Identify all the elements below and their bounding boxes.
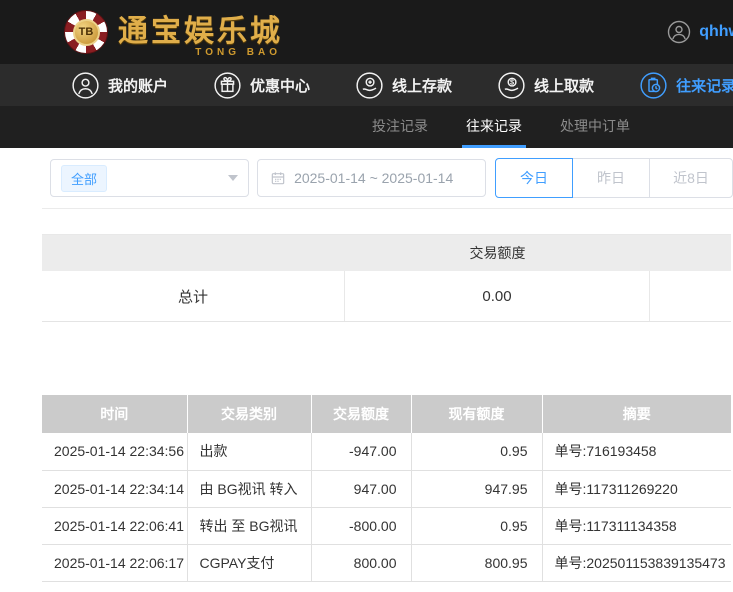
svg-text:$: $ xyxy=(510,77,514,86)
user-avatar-icon xyxy=(668,20,691,44)
gift-icon xyxy=(214,71,241,99)
divider xyxy=(42,208,733,209)
caret-down-icon xyxy=(228,175,239,181)
cell-balance: 0.95 xyxy=(411,433,543,471)
tab-betting-records[interactable]: 投注记录 xyxy=(368,106,432,148)
summary-table: 交易额度 总计 0.00 xyxy=(42,234,731,322)
col-header-time: 时间 xyxy=(42,395,188,433)
user-account-link[interactable]: qhhw xyxy=(667,0,733,64)
cell-type: 出款 xyxy=(187,433,312,471)
cell-memo: 单号:117311134358 xyxy=(542,507,731,545)
user-icon xyxy=(72,71,99,99)
nav-label: 我的账户 xyxy=(108,77,169,95)
nav-item-withdraw[interactable]: $ 线上取款 xyxy=(498,71,595,99)
cell-balance: 800.95 xyxy=(411,544,543,582)
nav-label: 往来记录 xyxy=(676,77,733,95)
col-header-amount: 交易额度 xyxy=(311,395,412,433)
summary-header-row: 交易额度 xyxy=(42,235,731,271)
table-header-row: 时间 交易类别 交易额度 现有额度 摘要 xyxy=(42,395,731,433)
records-table: 时间 交易类别 交易额度 现有额度 摘要 2025-01-14 22:34:56… xyxy=(42,395,731,582)
filter-row: 全部 2025-01-14 ~ 2025-01-14 今日 昨日 近8日 xyxy=(50,158,733,198)
cell-time: 2025-01-14 22:06:17 xyxy=(42,544,188,582)
summary-empty-cell xyxy=(650,271,731,321)
cell-time: 2025-01-14 22:34:14 xyxy=(42,470,188,508)
username: qhhw xyxy=(699,23,733,40)
cell-time: 2025-01-14 22:34:56 xyxy=(42,433,188,471)
cell-memo: 单号:117311269220 xyxy=(542,470,731,508)
col-header-balance: 现有额度 xyxy=(411,395,543,433)
quick-date-buttons: 今日 昨日 近8日 xyxy=(495,158,733,198)
table-row: 2025-01-14 22:06:17 CGPAY支付 800.00 800.9… xyxy=(42,544,731,582)
nav-item-transactions[interactable]: 往来记录 xyxy=(640,71,733,99)
tab-label: 处理中订单 xyxy=(560,117,630,134)
tab-label: 投注记录 xyxy=(372,117,428,134)
table-row: 2025-01-14 22:34:14 由 BG视讯 转入 947.00 947… xyxy=(42,470,731,508)
today-button[interactable]: 今日 xyxy=(495,158,573,198)
cell-memo: 单号:716193458 xyxy=(542,433,731,471)
tab-label: 往来记录 xyxy=(466,117,522,134)
cell-type: CGPAY支付 xyxy=(187,544,312,582)
tab-processing-orders[interactable]: 处理中订单 xyxy=(556,106,634,148)
type-select[interactable]: 全部 xyxy=(50,159,250,197)
cell-amount: -800.00 xyxy=(311,507,412,545)
nav-item-promotions[interactable]: 优惠中心 xyxy=(214,71,311,99)
tab-transaction-records[interactable]: 往来记录 xyxy=(462,106,526,148)
main-navigation: 我的账户 优惠中心 线上存款 $ 线上取款 往来记录 xyxy=(0,64,733,106)
poker-chip-icon: TB xyxy=(64,10,108,54)
nav-item-my-account[interactable]: 我的账户 xyxy=(72,71,169,99)
summary-total-label: 总计 xyxy=(42,271,345,321)
summary-amount-header: 交易额度 xyxy=(469,245,526,261)
logo-text: 通宝娱乐城 TONG BAO xyxy=(118,15,283,58)
table-row: 2025-01-14 22:34:56 出款 -947.00 0.95 单号:7… xyxy=(42,433,731,471)
nav-label: 优惠中心 xyxy=(250,77,311,95)
selected-type-tag: 全部 xyxy=(61,164,108,192)
nav-label: 线上取款 xyxy=(534,77,595,95)
cell-amount: 800.00 xyxy=(311,544,412,582)
chip-monogram: TB xyxy=(72,18,100,46)
col-header-memo: 摘要 xyxy=(542,395,731,433)
cell-balance: 0.95 xyxy=(411,507,543,545)
summary-total-row: 总计 0.00 xyxy=(42,271,731,322)
cell-balance: 947.95 xyxy=(411,470,543,508)
records-icon xyxy=(640,71,667,99)
nav-label: 线上存款 xyxy=(392,77,453,95)
cell-amount: 947.00 xyxy=(311,470,412,508)
cell-type: 转出 至 BG视讯 xyxy=(187,507,312,545)
top-header: TB 通宝娱乐城 TONG BAO qhhw xyxy=(0,0,733,64)
cell-time: 2025-01-14 22:06:41 xyxy=(42,507,188,545)
col-header-type: 交易类别 xyxy=(187,395,312,433)
date-range-value: 2025-01-14 ~ 2025-01-14 xyxy=(294,170,454,186)
site-logo[interactable]: TB 通宝娱乐城 TONG BAO xyxy=(64,10,283,58)
sub-navigation: 投注记录 往来记录 处理中订单 xyxy=(0,106,733,148)
deposit-icon xyxy=(356,71,383,99)
cell-memo: 单号:202501153839135473 xyxy=(542,544,731,582)
cell-amount: -947.00 xyxy=(311,433,412,471)
table-row: 2025-01-14 22:06:41 转出 至 BG视讯 -800.00 0.… xyxy=(42,507,731,545)
yesterday-button[interactable]: 昨日 xyxy=(572,158,650,198)
logo-subtitle: TONG BAO xyxy=(195,47,281,58)
date-range-input[interactable]: 2025-01-14 ~ 2025-01-14 xyxy=(257,159,486,197)
withdraw-icon: $ xyxy=(498,71,525,99)
last-8-days-button[interactable]: 近8日 xyxy=(649,158,733,198)
logo-title: 通宝娱乐城 xyxy=(118,15,283,48)
calendar-icon xyxy=(271,172,285,185)
cell-type: 由 BG视讯 转入 xyxy=(187,470,312,508)
nav-item-deposit[interactable]: 线上存款 xyxy=(356,71,453,99)
summary-total-value: 0.00 xyxy=(345,271,650,321)
